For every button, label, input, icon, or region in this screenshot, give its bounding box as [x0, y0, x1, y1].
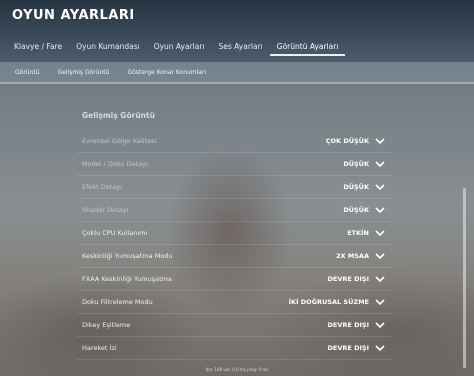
setting-shader-detail[interactable]: Shader Detayı DÜŞÜK	[77, 199, 392, 222]
setting-motion-blur[interactable]: Hareket İzi DEVRE DIŞI	[77, 337, 392, 360]
setting-value: DEVRE DIŞI	[327, 321, 370, 329]
subtab-video[interactable]: Görüntü	[0, 69, 49, 76]
setting-texture-filtering-mode[interactable]: Doku Filtreleme Modu İKİ DOĞRUSAL SÜZME	[77, 291, 392, 314]
scrollbar[interactable]	[463, 188, 466, 368]
chevron-down-icon[interactable]	[374, 298, 386, 306]
settings-list: Evrensel Gölge Kalitesi ÇOK DÜŞÜK Model …	[77, 130, 392, 360]
setting-label: Shader Detayı	[82, 206, 129, 214]
setting-value: DÜŞÜK	[343, 160, 369, 168]
setting-label: FXAA Keskinliği Yumuşatma	[82, 275, 172, 283]
setting-label: Keskinliği Yumuşatma Modu	[82, 252, 173, 260]
chevron-down-icon[interactable]	[374, 275, 386, 283]
chevron-down-icon[interactable]	[374, 206, 386, 214]
chevron-down-icon[interactable]	[374, 137, 386, 145]
subtab-advanced-video[interactable]: Gelişmiş Görüntü	[49, 69, 119, 76]
performance-readout: fps: 108 var: 0.0 ms ping: 0 ms	[205, 367, 269, 372]
chevron-down-icon[interactable]	[374, 252, 386, 260]
sub-tabs: Görüntü Gelişmiş Görüntü Gösterge Konar …	[0, 62, 474, 82]
setting-label: Doku Filtreleme Modu	[82, 298, 153, 306]
setting-label: Çoklu CPU Kullanımı	[82, 229, 148, 237]
setting-value: ÇOK DÜŞÜK	[325, 137, 369, 145]
setting-effect-detail[interactable]: Efekt Detayı DÜŞÜK	[77, 176, 392, 199]
setting-multicore-rendering[interactable]: Çoklu CPU Kullanımı ETKİN	[77, 222, 392, 245]
setting-value: ETKİN	[347, 229, 369, 237]
tab-controller[interactable]: Oyun Kumandası	[69, 38, 147, 56]
setting-label: Evrensel Gölge Kalitesi	[82, 137, 157, 145]
chevron-down-icon[interactable]	[374, 229, 386, 237]
setting-global-shadow-quality[interactable]: Evrensel Gölge Kalitesi ÇOK DÜŞÜK	[77, 130, 392, 153]
chevron-down-icon[interactable]	[374, 183, 386, 191]
setting-vertical-sync[interactable]: Dikey Eşitleme DEVRE DIŞI	[77, 314, 392, 337]
setting-antialiasing-mode[interactable]: Keskinliği Yumuşatma Modu 2X MSAA	[77, 245, 392, 268]
chevron-down-icon[interactable]	[374, 321, 386, 329]
setting-value: DEVRE DIŞI	[327, 275, 370, 283]
setting-value: İKİ DOĞRUSAL SÜZME	[288, 298, 369, 306]
subtab-hud-positions[interactable]: Gösterge Konar Konumları	[118, 69, 215, 76]
setting-label: Hareket İzi	[82, 344, 117, 352]
setting-value: DEVRE DIŞI	[327, 344, 370, 352]
setting-value: DÜŞÜK	[343, 183, 369, 191]
setting-fxaa-antialiasing[interactable]: FXAA Keskinliği Yumuşatma DEVRE DIŞI	[77, 268, 392, 291]
tab-video-settings[interactable]: Görüntü Ayarları	[269, 38, 346, 56]
tab-audio-settings[interactable]: Ses Ayarları	[212, 38, 270, 56]
setting-label: Model / Doku Detayı	[82, 160, 148, 168]
tab-game-settings[interactable]: Oyun Ayarları	[147, 38, 212, 56]
section-title: Gelişmiş Görüntü	[82, 111, 155, 120]
setting-model-texture-detail[interactable]: Model / Doku Detayı DÜŞÜK	[77, 153, 392, 176]
tab-keyboard-mouse[interactable]: Klavye / Fare	[0, 38, 69, 56]
setting-value: DÜŞÜK	[343, 206, 369, 214]
setting-label: Dikey Eşitleme	[82, 321, 131, 329]
chevron-down-icon[interactable]	[374, 344, 386, 352]
page-title: OYUN AYARLARI	[12, 8, 135, 23]
top-bar: OYUN AYARLARI Klavye / Fare Oyun Kumanda…	[0, 0, 474, 62]
main-tabs: Klavye / Fare Oyun Kumandası Oyun Ayarla…	[0, 38, 346, 60]
chevron-down-icon[interactable]	[374, 160, 386, 168]
setting-value: 2X MSAA	[335, 252, 369, 260]
setting-label: Efekt Detayı	[82, 183, 122, 191]
